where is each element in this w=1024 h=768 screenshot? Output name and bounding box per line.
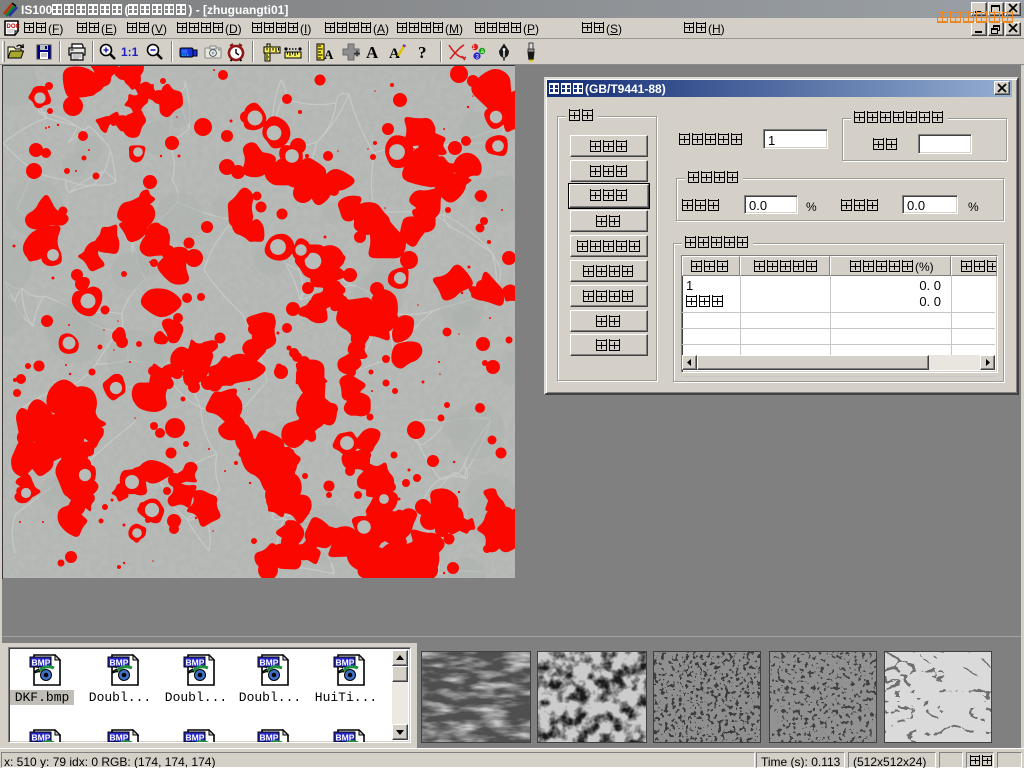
svg-text:A: A xyxy=(366,43,379,62)
svg-text:A: A xyxy=(324,47,334,62)
svg-text:?: ? xyxy=(418,43,427,62)
svg-text:1:1: 1:1 xyxy=(121,45,139,59)
svg-text:DOC: DOC xyxy=(7,24,21,30)
